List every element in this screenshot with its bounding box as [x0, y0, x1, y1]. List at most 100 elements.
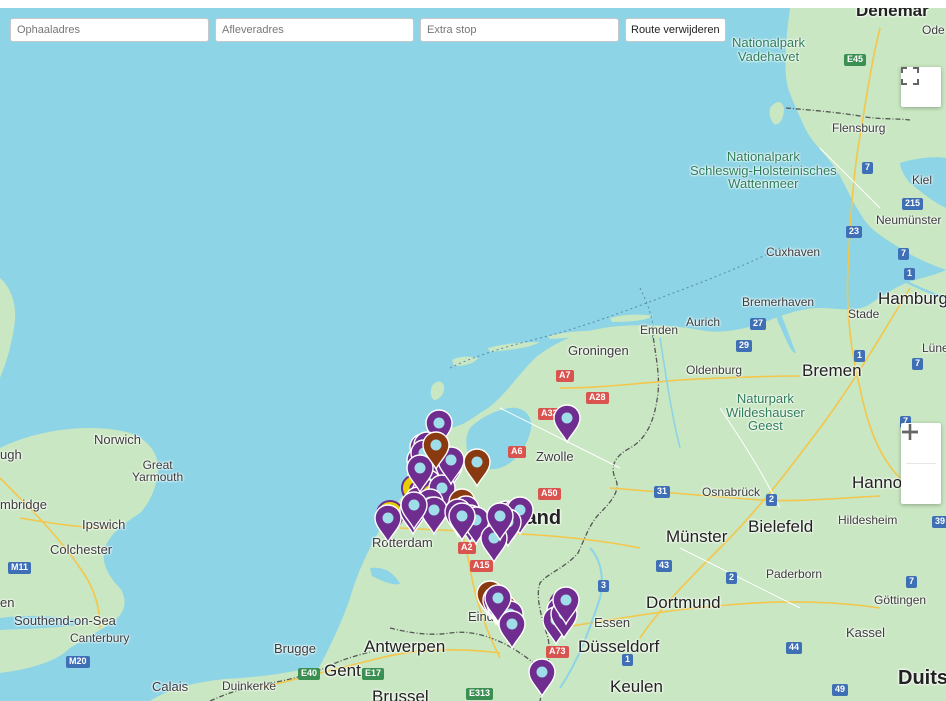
label-ugh: ugh — [0, 447, 22, 462]
shield-44: 44 — [786, 642, 803, 654]
shield-39: 39 — [932, 516, 946, 528]
label-hannover: Hanno — [852, 473, 903, 492]
label-cuxhaven: Cuxhaven — [766, 245, 821, 259]
shield-7c: 7 — [912, 358, 924, 370]
label-lune: Lüne — [922, 341, 946, 355]
label-np-sh-wattenmeer: Nationalpark Schleswig-Holsteinisches Wa… — [690, 149, 837, 192]
label-cambridge: mbridge — [0, 497, 47, 512]
label-keulen: Keulen — [610, 677, 663, 696]
label-canterbury: Canterbury — [70, 631, 130, 645]
shield-m11: M11 — [8, 562, 32, 574]
label-london: en — [0, 595, 15, 610]
shield-a73: A73 — [546, 646, 569, 658]
label-bremerhaven: Bremerhaven — [742, 295, 815, 309]
label-paderborn: Paderborn — [766, 567, 823, 581]
zoom-controls — [901, 423, 941, 504]
map-marker[interactable] — [399, 491, 429, 531]
shield-a7: A7 — [556, 370, 574, 382]
label-stade: Stade — [848, 307, 880, 321]
land-north-frisian — [769, 102, 784, 125]
shield-1c: 1 — [622, 654, 634, 666]
fullscreen-icon — [901, 67, 919, 85]
shield-2a: 2 — [766, 494, 778, 506]
land-wadden-5 — [610, 314, 654, 322]
shield-7b: 7 — [898, 248, 910, 260]
label-np-wildeshauser: Naturpark Wildeshauser Geest — [726, 391, 805, 434]
label-np-vadehavet: Nationalpark Vadehavet — [732, 35, 805, 64]
label-southend: Southend-on-Sea — [14, 613, 116, 628]
label-ipswich: Ipswich — [82, 517, 126, 532]
map-marker[interactable] — [447, 502, 477, 542]
map-marker[interactable] — [551, 586, 581, 626]
label-gottingen: Göttingen — [874, 593, 927, 607]
shield-1b: 1 — [854, 350, 866, 362]
shield-a6: A6 — [508, 446, 526, 458]
shield-e45: E45 — [844, 54, 867, 66]
map-marker[interactable] — [462, 448, 492, 488]
label-flensburg: Flensburg — [832, 121, 886, 135]
label-duinkerke: Duinkerke — [222, 679, 277, 693]
label-kassel: Kassel — [846, 625, 886, 640]
map-marker[interactable] — [421, 431, 451, 471]
zoom-out-button[interactable] — [901, 430, 941, 504]
map-canvas[interactable]: Denemar Ode Nationalpark Vadehavet Flens… — [0, 8, 946, 701]
shield-e40: E40 — [298, 668, 321, 680]
fullscreen-button[interactable] — [901, 67, 941, 107]
land-wadden-3 — [488, 342, 540, 352]
shield-27: 27 — [750, 318, 767, 330]
shield-3: 3 — [598, 580, 610, 592]
remove-route-button[interactable]: Route verwijderen — [625, 18, 726, 42]
label-brussel: Brussel — [372, 687, 429, 701]
label-neumunster: Neumünster — [876, 213, 942, 227]
shield-a50: A50 — [538, 488, 561, 500]
label-colchester: Colchester — [50, 542, 113, 557]
shield-29: 29 — [736, 340, 753, 352]
land-wadden-1 — [430, 381, 445, 400]
map-marker[interactable] — [483, 584, 513, 624]
map-marker[interactable] — [527, 658, 557, 698]
shield-23: 23 — [846, 226, 863, 238]
label-hildesheim: Hildesheim — [838, 513, 898, 527]
dropoff-address-input[interactable] — [215, 18, 414, 42]
shield-2b: 2 — [726, 572, 738, 584]
label-odense: Ode — [922, 23, 945, 37]
label-antwerpen: Antwerpen — [364, 637, 446, 656]
label-denmark: Denemar — [856, 8, 929, 20]
shield-a28: A28 — [586, 392, 609, 404]
pickup-address-input[interactable] — [10, 18, 209, 42]
extra-stop-input[interactable] — [420, 18, 619, 42]
label-munster: Münster — [666, 527, 728, 546]
label-aurich: Aurich — [686, 315, 721, 329]
map-base — [0, 8, 946, 701]
label-brugge: Brugge — [274, 641, 316, 656]
label-bielefeld: Bielefeld — [748, 517, 814, 536]
map-marker[interactable] — [485, 502, 515, 542]
shield-215: 215 — [902, 198, 924, 210]
label-gent: Gent — [324, 661, 361, 680]
shield-31: 31 — [654, 486, 671, 498]
label-zwolle: Zwolle — [536, 449, 574, 464]
label-hamburg: Hamburg — [878, 289, 946, 308]
label-groningen: Groningen — [568, 343, 629, 358]
shield-7a: 7 — [862, 162, 874, 174]
land-great-britain-west — [0, 278, 16, 378]
label-kiel: Kiel — [912, 173, 933, 187]
label-dortmund: Dortmund — [646, 593, 721, 612]
label-oldenburg: Oldenburg — [686, 363, 743, 377]
label-osnabruck: Osnabrück — [702, 485, 761, 499]
label-dusseldorf: Düsseldorf — [578, 637, 660, 656]
shield-7e: 7 — [906, 576, 918, 588]
label-essen: Essen — [594, 615, 631, 630]
label-calais: Calais — [152, 679, 189, 694]
label-great-yarmouth: Great Yarmouth — [132, 458, 184, 484]
shield-49: 49 — [832, 684, 849, 696]
shield-m20: M20 — [66, 656, 90, 668]
minus-icon — [902, 430, 918, 434]
water-elbe — [800, 258, 890, 274]
map-marker[interactable] — [552, 404, 582, 444]
label-bremen: Bremen — [802, 361, 862, 380]
label-emden: Emden — [640, 323, 679, 337]
top-strip — [0, 0, 946, 8]
shield-1a: 1 — [904, 268, 916, 280]
shield-43: 43 — [656, 560, 673, 572]
